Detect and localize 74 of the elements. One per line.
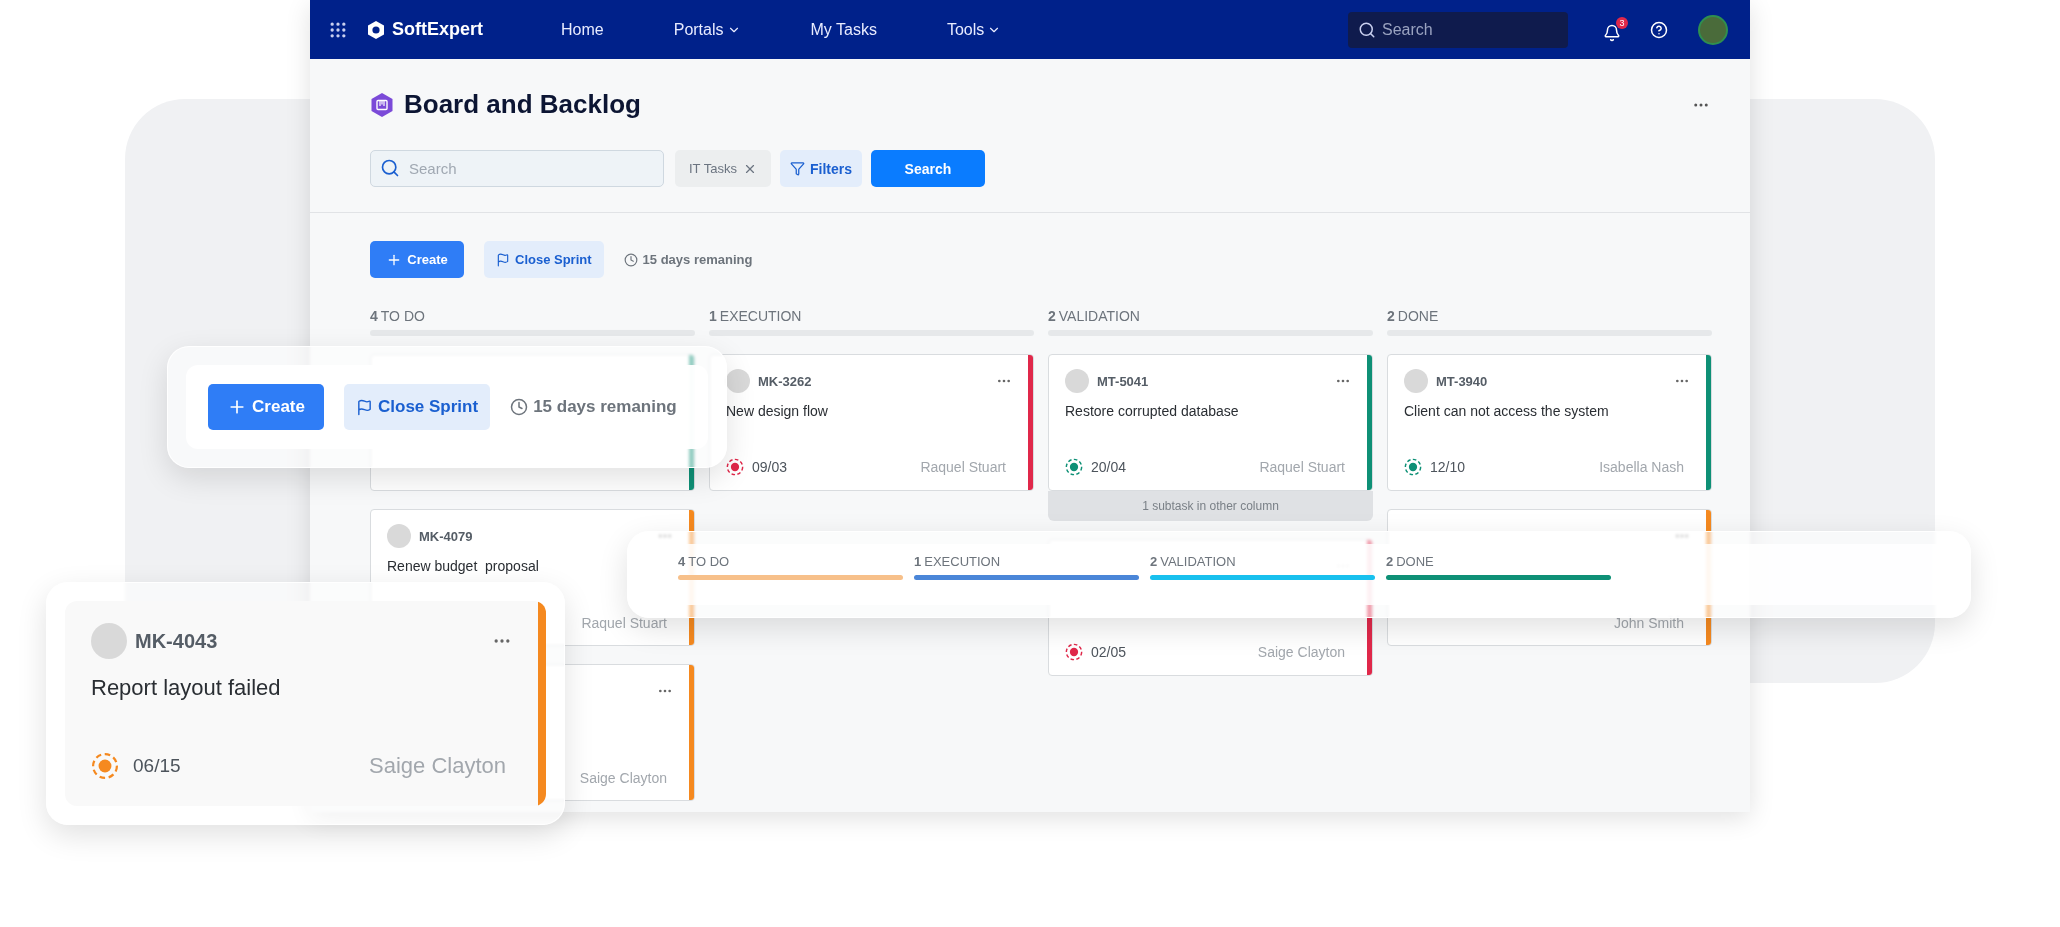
column-header: 2 DONE	[1386, 554, 1435, 569]
search-icon	[380, 158, 400, 178]
task-card[interactable]: MT-5041 Restore corrupted database 20/04 Raquel Stuart	[1048, 354, 1373, 491]
assignee-name: John Smith	[1613, 615, 1684, 631]
due-date: 09/03	[752, 459, 788, 475]
board-icon	[370, 91, 394, 118]
close-sprint-button[interactable]: Close Sprint	[484, 241, 604, 278]
notification-count: 3	[1616, 17, 1628, 29]
task-title: Restore corrupted database	[1065, 403, 1240, 419]
assignee-name: Raquel Stuart	[1259, 459, 1345, 475]
task-card[interactable]: MK-4043 Report layout failed 06/15 Saige Clayton	[65, 601, 546, 806]
due-date: 12/10	[1430, 459, 1466, 475]
create-button[interactable]: Create	[208, 384, 324, 430]
column-header: 1 EXECUTION	[914, 554, 1002, 569]
task-card[interactable]: MK-3262 New design flow 09/03 Raquel Stuart	[709, 354, 1034, 491]
days-remaining: 15 days remaning	[642, 252, 753, 267]
search-icon	[1358, 20, 1376, 39]
close-sprint-button[interactable]: Close Sprint	[344, 384, 491, 430]
search-field[interactable]: Search	[1348, 11, 1568, 48]
flag-icon	[496, 252, 510, 267]
status-icon	[1404, 458, 1422, 476]
avatar-placeholder	[387, 524, 411, 548]
due-date: 02/05	[1091, 644, 1127, 660]
filter-icon	[789, 161, 805, 176]
filters-button[interactable]: Filters	[779, 150, 862, 187]
task-title: Renew budget proposal	[387, 558, 540, 574]
task-title: Client can not access the system	[1404, 403, 1610, 419]
column-header: 2 VALIDATION	[1048, 308, 1141, 324]
search-field[interactable]: Search	[370, 150, 664, 187]
assignee-name: Saige Clayton	[1257, 644, 1345, 660]
assignee-name: Saige Clayton	[369, 753, 506, 779]
column-header: 2 DONE	[1387, 308, 1440, 324]
column-header: 1 EXECUTION	[709, 308, 803, 324]
assignee-name: Raquel Stuart	[581, 615, 667, 631]
nav-link[interactable]: Tools	[946, 20, 1002, 39]
nav-link[interactable]: My Tasks	[810, 20, 877, 39]
due-date: 20/04	[1091, 459, 1127, 475]
logo-text[interactable]: SoftExpert	[392, 19, 483, 40]
logo-icon	[366, 19, 386, 40]
column-header: 2 VALIDATION	[1150, 554, 1237, 569]
assignee-name: Raquel Stuart	[920, 459, 1006, 475]
task-id: MK-4043	[135, 629, 218, 653]
page-title: Board and Backlog	[404, 89, 641, 120]
status-icon	[1065, 458, 1083, 476]
help-icon[interactable]	[1650, 20, 1668, 39]
avatar-placeholder	[91, 623, 127, 659]
user-avatar[interactable]	[1698, 14, 1728, 45]
task-id: MK-4079	[419, 528, 473, 544]
task-title: Report layout failed	[91, 675, 282, 701]
avatar-placeholder	[1404, 369, 1428, 393]
task-id: MK-3262	[758, 373, 812, 389]
create-button[interactable]: Create	[370, 241, 464, 278]
assignee-name: Isabella Nash	[1599, 459, 1684, 475]
due-date: 06/15	[133, 755, 181, 777]
column-header: 4 TO DO	[370, 308, 426, 324]
days-remaining: 15 days remaning	[533, 397, 677, 417]
assignee-name: Saige Clayton	[579, 770, 667, 786]
status-icon	[726, 458, 744, 476]
subtask-note: 1 subtask in other column	[1048, 491, 1373, 521]
nav-link[interactable]: Home	[561, 20, 604, 39]
task-title: New design flow	[726, 403, 829, 419]
avatar-placeholder	[1065, 369, 1089, 393]
avatar-placeholder	[726, 369, 750, 393]
task-id: MT-5041	[1097, 373, 1149, 389]
search-button[interactable]: Search	[870, 150, 985, 187]
clock-icon	[510, 398, 529, 416]
clock-icon	[623, 252, 638, 267]
filter-chip[interactable]: IT Tasks	[675, 150, 771, 187]
flag-icon	[356, 398, 373, 416]
status-icon	[1065, 643, 1083, 661]
nav-link[interactable]: Portals	[673, 20, 741, 39]
task-card[interactable]: MT-3940 Client can not access the system 12/10 Isabella Nash	[1387, 354, 1712, 491]
task-id: MT-3940	[1436, 373, 1488, 389]
status-icon	[91, 752, 119, 780]
